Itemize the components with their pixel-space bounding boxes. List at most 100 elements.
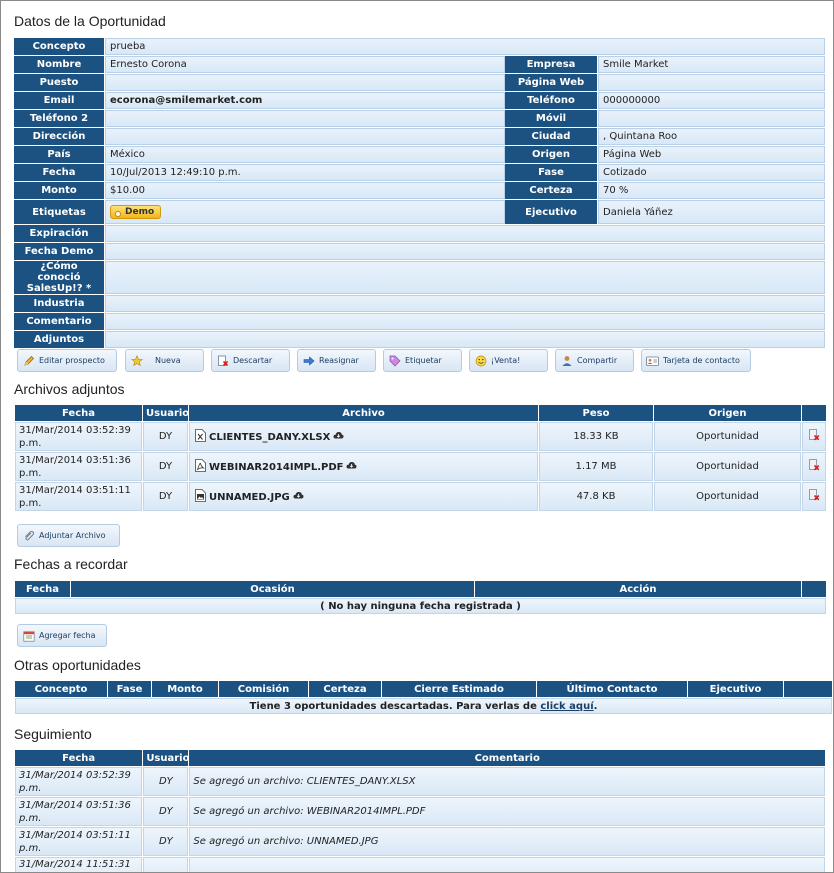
label-telefono2: Teléfono 2 <box>14 110 105 127</box>
col-fecha[interactable]: Fecha <box>15 405 142 421</box>
reminder-header-row: Fecha Ocasión Acción <box>15 581 826 597</box>
col-ocasion[interactable]: Ocasión <box>71 581 474 597</box>
col-certeza[interactable]: Certeza <box>309 681 381 697</box>
edit-prospect-button[interactable]: Editar prospecto <box>17 349 117 372</box>
info-row-fecha-demo: Fecha Demo <box>14 243 826 260</box>
value-telefono[interactable]: 000000000 <box>598 92 826 109</box>
label-ejecutivo: Ejecutivo <box>505 200 598 224</box>
info-row-pais: País México Origen Página Web <box>14 146 826 163</box>
label-empresa: Empresa <box>505 56 598 73</box>
section-title-otras: Otras oportunidades <box>14 657 141 673</box>
file-name-link[interactable]: UNNAMED.JPG <box>209 492 290 503</box>
attach-file-button[interactable]: Adjuntar Archivo <box>17 524 120 547</box>
tracking-comment <box>189 857 825 872</box>
file-date: 31/Mar/2014 03:52:39 p.m. <box>15 422 142 451</box>
delete-file-icon[interactable] <box>808 459 820 474</box>
value-origen[interactable]: Página Web <box>598 146 826 163</box>
delete-file-icon[interactable] <box>808 429 820 444</box>
discard-button[interactable]: Descartar <box>211 349 290 372</box>
value-fecha[interactable]: 10/Jul/2013 12:49:10 p.m. <box>105 164 505 181</box>
value-fecha-demo[interactable] <box>105 243 826 260</box>
col-origen[interactable]: Origen <box>654 405 801 421</box>
tracking-date: 31/Mar/2014 03:51:11 p.m. <box>15 827 143 856</box>
col-fecha[interactable]: Fecha <box>15 750 143 766</box>
col-usuario[interactable]: Usuario <box>143 750 189 766</box>
col-ejecutivo[interactable]: Ejecutivo <box>688 681 783 697</box>
section-title-seguimiento: Seguimiento <box>14 726 92 742</box>
value-empresa[interactable]: Smile Market <box>598 56 826 73</box>
info-row-expiracion: Expiración <box>14 225 826 242</box>
contact-card-button[interactable]: Tarjeta de contacto <box>641 349 751 372</box>
tracking-user: DY <box>143 827 189 856</box>
share-button[interactable]: Compartir <box>555 349 634 372</box>
value-nombre[interactable]: Ernesto Corona <box>105 56 505 73</box>
value-pais[interactable]: México <box>105 146 505 163</box>
label-concepto: Concepto <box>14 38 105 55</box>
value-expiracion[interactable] <box>105 225 826 242</box>
cloud-download-icon[interactable] <box>293 491 304 502</box>
label-ciudad: Ciudad <box>505 128 598 145</box>
reassign-label: Reasignar <box>319 356 359 365</box>
reassign-button[interactable]: Reasignar <box>297 349 376 372</box>
table-row: 31/Mar/2014 11:51:31 <box>15 857 825 872</box>
col-cierre-estimado[interactable]: Cierre Estimado <box>382 681 536 697</box>
value-movil[interactable] <box>598 110 826 127</box>
value-certeza[interactable]: 70 % <box>598 182 826 199</box>
label-puesto: Puesto <box>14 74 105 91</box>
click-here-link[interactable]: click aquí <box>540 701 593 712</box>
value-adjuntos[interactable] <box>105 331 826 348</box>
col-fase[interactable]: Fase <box>108 681 151 697</box>
smiley-icon <box>474 354 487 367</box>
value-concepto[interactable]: prueba <box>105 38 826 55</box>
col-usuario[interactable]: Usuario <box>143 405 188 421</box>
file-cell: WEBINAR2014IMPL.PDF <box>189 452 538 481</box>
value-direccion[interactable] <box>105 128 505 145</box>
file-name-link[interactable]: CLIENTES_DANY.XLSX <box>209 432 330 443</box>
add-date-button[interactable]: Agregar fecha <box>17 624 107 647</box>
table-row: 31/Mar/2014 03:51:11 p.m. DY UNNAMED.JPG… <box>15 482 826 511</box>
file-origin: Oportunidad <box>654 482 801 511</box>
col-ultimo-contacto[interactable]: Último Contacto <box>537 681 687 697</box>
col-peso[interactable]: Peso <box>539 405 653 421</box>
file-origin: Oportunidad <box>654 452 801 481</box>
cloud-download-icon[interactable] <box>333 431 344 442</box>
value-monto[interactable]: $10.00 <box>105 182 505 199</box>
col-concepto[interactable]: Concepto <box>15 681 107 697</box>
arrow-right-icon <box>302 354 315 367</box>
tag-button[interactable]: Etiquetar <box>383 349 462 372</box>
col-archivo[interactable]: Archivo <box>189 405 538 421</box>
value-puesto[interactable] <box>105 74 505 91</box>
value-comentario[interactable] <box>105 313 826 330</box>
value-telefono2[interactable] <box>105 110 505 127</box>
section-title-datos: Datos de la Oportunidad <box>14 13 166 29</box>
info-row-fecha: Fecha 10/Jul/2013 12:49:10 p.m. Fase Cot… <box>14 164 826 181</box>
paperclip-icon <box>22 529 35 542</box>
value-ejecutivo[interactable]: Daniela Yáñez <box>598 200 826 224</box>
col-comentario[interactable]: Comentario <box>189 750 825 766</box>
col-monto[interactable]: Monto <box>152 681 218 697</box>
tag-badge[interactable]: Demo <box>110 205 162 219</box>
value-fase[interactable]: Cotizado <box>598 164 826 181</box>
value-como-conocio[interactable] <box>105 261 826 294</box>
label-monto: Monto <box>14 182 105 199</box>
col-comision[interactable]: Comisión <box>219 681 308 697</box>
col-fecha[interactable]: Fecha <box>15 581 70 597</box>
tracking-date: 31/Mar/2014 11:51:31 <box>15 857 143 872</box>
discarded-message: Tiene 3 oportunidades descartadas. Para … <box>15 698 832 714</box>
file-user: DY <box>143 422 188 451</box>
sale-button[interactable]: ¡Venta! <box>469 349 548 372</box>
info-row-como-conocio: ¿Cómo conoció SalesUp!? * <box>14 261 826 294</box>
value-ciudad[interactable]: , Quintana Roo <box>598 128 826 145</box>
label-movil: Móvil <box>505 110 598 127</box>
share-user-icon <box>560 354 573 367</box>
value-industria[interactable] <box>105 295 826 312</box>
value-pagina-web[interactable] <box>598 74 826 91</box>
col-accion[interactable]: Acción <box>475 581 801 597</box>
other-opportunities-table: Concepto Fase Monto Comisión Certeza Cie… <box>14 680 833 715</box>
file-name-link[interactable]: WEBINAR2014IMPL.PDF <box>209 462 343 473</box>
value-email[interactable]: ecorona@smilemarket.com <box>105 92 505 109</box>
new-button[interactable]: Nueva <box>125 349 204 372</box>
delete-file-icon[interactable] <box>808 489 820 504</box>
file-size: 18.33 KB <box>539 422 653 451</box>
cloud-download-icon[interactable] <box>346 461 358 472</box>
